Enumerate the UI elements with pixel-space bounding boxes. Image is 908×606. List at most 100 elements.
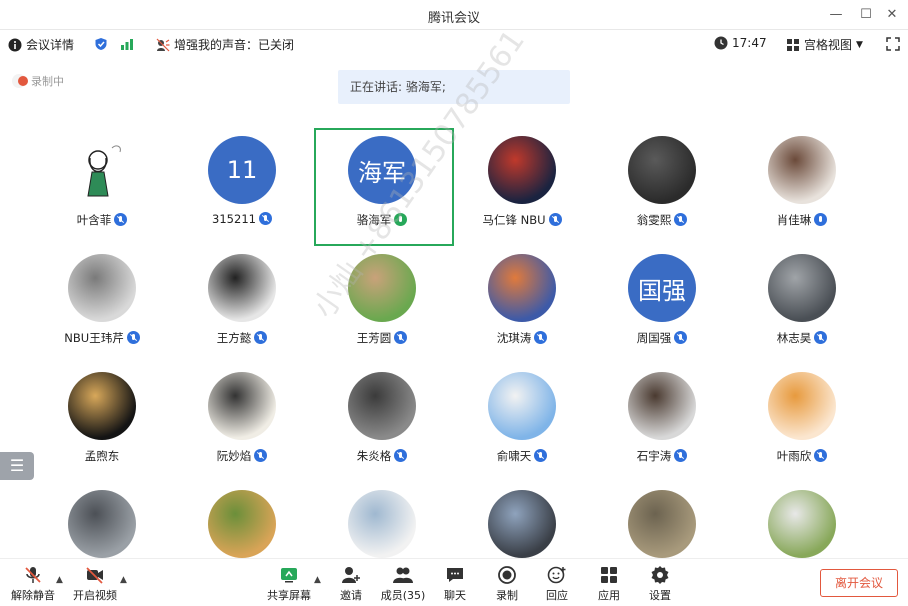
enhance-voice-label: 增强我的声音：已关闭 [174, 38, 295, 52]
unmute-button[interactable]: 解除静音 [8, 563, 58, 603]
participant-tile[interactable]: 阮妙焰 [172, 354, 312, 474]
mic-muted-icon [534, 331, 548, 344]
shield-icon[interactable] [94, 37, 108, 51]
mic-muted-icon [394, 331, 408, 344]
participant-name: 孟煦东 [32, 448, 172, 464]
record-label: 录制 [496, 589, 518, 602]
chat-icon [447, 568, 463, 582]
mic-muted-icon [534, 449, 548, 462]
participant-tile[interactable]: 王芳圆 [312, 236, 452, 356]
participant-name: 林志昊 [732, 330, 872, 346]
view-mode-dropdown[interactable]: 宫格视图 ▼ [786, 36, 863, 53]
start-video-button[interactable]: 开启视频 [70, 563, 120, 603]
share-screen-icon [281, 568, 297, 583]
participant-name-label: 阮妙焰 [216, 449, 252, 463]
settings-button[interactable]: 设置 [635, 563, 685, 603]
apps-button[interactable]: 应用 [584, 563, 634, 603]
audio-options-icon[interactable]: ▲ [56, 575, 63, 585]
participant-tile[interactable]: 肖佳琳 [732, 118, 872, 238]
participant-tile[interactable]: 王方懿 [172, 236, 312, 356]
participant-tile[interactable]: 叶雨欣 [732, 354, 872, 474]
mic-muted-icon [114, 213, 128, 226]
participant-name: 肖佳琳 [732, 212, 872, 228]
mic-muted-icon [394, 449, 408, 462]
participant-tile[interactable]: 沈琪涛 [452, 236, 592, 356]
fullscreen-icon[interactable] [886, 37, 900, 51]
meeting-details-button[interactable]: 会议详情 [8, 36, 74, 53]
avatar [768, 254, 836, 322]
title-bar: 腾讯会议 — ☐ ✕ [0, 0, 908, 30]
participant-grid: 叶含菲 11 315211 海军 骆海军 马仁锋 NBU 翁雯熙 肖佳琳 NBU王玮芹 王方懿 王芳… [0, 118, 908, 558]
participant-name: 王方懿 [172, 330, 312, 346]
reply-button[interactable]: 回应 [532, 563, 582, 603]
invite-button[interactable]: 邀请 [326, 563, 376, 603]
participant-name: 石宇涛 [592, 448, 732, 464]
participant-tile[interactable]: 俞啸天 [452, 354, 592, 474]
video-options-icon[interactable]: ▲ [120, 575, 127, 585]
minimize-button[interactable]: — [826, 5, 846, 25]
participant-tile[interactable] [592, 472, 732, 558]
avatar [768, 136, 836, 204]
apps-label: 应用 [598, 589, 620, 602]
chat-button[interactable]: 聊天 [430, 563, 480, 603]
participant-name: 马仁锋 NBU [452, 212, 592, 228]
clock-icon [714, 36, 728, 50]
participant-tile[interactable] [312, 472, 452, 558]
participant-tile[interactable] [732, 472, 872, 558]
enhance-voice-button[interactable]: 增强我的声音：已关闭 [156, 36, 294, 53]
recording-indicator: 录制中 [18, 73, 64, 89]
gear-icon [651, 566, 669, 584]
leave-meeting-button[interactable]: 离开会议 [820, 569, 898, 597]
participant-tile[interactable]: 朱炎格 [312, 354, 452, 474]
avatar [488, 136, 556, 204]
record-icon [498, 566, 516, 584]
view-mode-label: 宫格视图 [804, 38, 853, 52]
avatar [628, 372, 696, 440]
participant-tile[interactable] [452, 472, 592, 558]
mic-icon [814, 213, 828, 226]
participant-tile[interactable]: 叶含菲 [32, 118, 172, 238]
participant-tile[interactable]: 11 315211 [172, 118, 312, 238]
participant-tile[interactable]: 石宇涛 [592, 354, 732, 474]
meeting-time: 17:47 [714, 36, 767, 50]
mic-muted-icon [814, 331, 828, 344]
participant-tile[interactable]: NBU王玮芹 [32, 236, 172, 356]
speaking-indicator: 正在讲话: 骆海军; [338, 70, 570, 104]
camera-off-icon [86, 567, 103, 584]
participant-name: 315211 [172, 212, 312, 226]
mic-muted-icon [126, 331, 140, 344]
record-button[interactable]: 录制 [482, 563, 532, 603]
participant-name-label: 叶雨欣 [776, 449, 812, 463]
avatar [768, 490, 836, 558]
signal-icon[interactable] [120, 37, 134, 51]
participant-name-label: 孟煦东 [84, 449, 120, 463]
avatar [208, 254, 276, 322]
mic-off-icon [25, 567, 41, 583]
avatar [628, 136, 696, 204]
maximize-button[interactable]: ☐ [856, 5, 876, 25]
avatar [208, 372, 276, 440]
share-screen-button[interactable]: 共享屏幕 [264, 563, 314, 603]
participant-tile[interactable]: 林志昊 [732, 236, 872, 356]
list-toggle-button[interactable]: ☰ [0, 452, 34, 480]
participant-tile[interactable]: 孟煦东 [32, 354, 172, 474]
mic-muted-icon [258, 212, 272, 225]
mic-muted-icon [814, 449, 828, 462]
members-button[interactable]: 成员(35) [378, 563, 428, 603]
avatar [68, 372, 136, 440]
share-options-icon[interactable]: ▲ [314, 575, 321, 585]
participant-name-label: 王芳圆 [356, 331, 392, 345]
close-button[interactable]: ✕ [882, 5, 902, 25]
participant-name-label: 王方懿 [216, 331, 252, 345]
participant-tile[interactable]: 翁雯熙 [592, 118, 732, 238]
participant-tile[interactable] [172, 472, 312, 558]
participant-name-label: 肖佳琳 [776, 213, 812, 227]
participant-name: 周国强 [592, 330, 732, 346]
participant-tile[interactable] [32, 472, 172, 558]
participant-name-label: 315211 [212, 212, 256, 226]
participant-tile[interactable]: 马仁锋 NBU [452, 118, 592, 238]
participant-name: 叶雨欣 [732, 448, 872, 464]
participant-name: 王芳圆 [312, 330, 452, 346]
participant-tile[interactable]: 国强 周国强 [592, 236, 732, 356]
active-speaker-highlight [314, 128, 454, 246]
